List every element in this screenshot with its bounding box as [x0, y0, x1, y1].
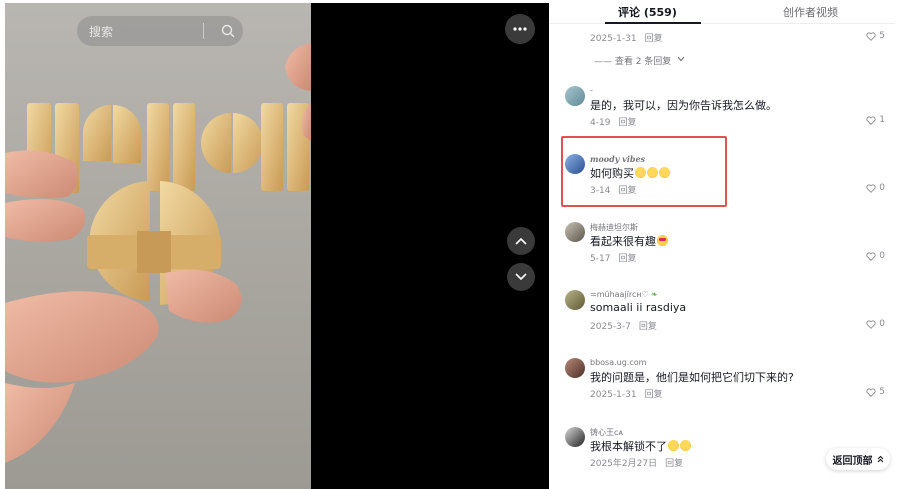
heart-eyes-emoji-icon	[657, 235, 668, 246]
avatar[interactable]	[565, 290, 585, 310]
comment-text: 如何购买	[590, 165, 670, 181]
avatar[interactable]	[565, 427, 585, 447]
comment-meta: 2025年2月27日 回复	[590, 456, 683, 469]
avatar[interactable]	[565, 86, 585, 106]
reply-button[interactable]: 回复	[618, 186, 636, 196]
leaf-icon: ❧	[650, 290, 658, 299]
like-button[interactable]: 0	[866, 183, 885, 193]
comment-meta: 2025-1-31 回复	[590, 387, 663, 400]
video-player[interactable]: 搜索	[5, 3, 549, 489]
like-button[interactable]: 5	[866, 31, 885, 41]
heart-icon	[866, 387, 876, 397]
like-count: 1	[879, 115, 885, 125]
active-tab-indicator	[605, 22, 701, 24]
like-count: 0	[879, 319, 885, 329]
dizzy-emoji-icon	[680, 440, 691, 451]
comment-date: 2025-3-7	[590, 322, 631, 332]
like-button[interactable]: 0	[866, 251, 885, 261]
comment-author-text: ≍mŭhaajĭrcн♡	[590, 290, 649, 299]
avatar[interactable]	[565, 222, 585, 242]
like-count: 5	[879, 387, 885, 397]
next-video-button[interactable]	[507, 263, 535, 291]
comment-meta: 5-17 回复	[590, 251, 636, 264]
comment-meta: 4-19 回复	[590, 115, 636, 128]
like-button[interactable]: 5	[866, 387, 885, 397]
comment-text-content: 看起来很有趣	[590, 235, 656, 248]
like-button[interactable]: 0	[866, 319, 885, 329]
comment-text: 我根本解锁不了	[590, 438, 691, 454]
comments-tab-bar: 评论 (559) 创作者视频	[549, 0, 895, 24]
like-count: 0	[879, 183, 885, 193]
grinning-emoji-icon	[668, 440, 679, 451]
comment-author[interactable]: ≍mŭhaajĭrcн♡ ❧	[590, 290, 658, 299]
comment-meta: 2025-3-7 回复	[590, 319, 657, 332]
search-divider	[203, 23, 204, 39]
comment-text: somaali ii rasdiya	[590, 301, 687, 314]
chevron-up-icon	[515, 237, 527, 245]
back-to-top-label: 返回顶部	[832, 455, 873, 467]
heart-icon	[866, 31, 876, 41]
comment-date: 2025-1-31	[590, 390, 637, 400]
reply-button[interactable]: 回复	[618, 254, 636, 264]
comment-author[interactable]: -	[590, 86, 593, 95]
chevron-down-icon	[677, 56, 685, 62]
comment-meta: 3-14 回复	[590, 183, 636, 196]
back-to-top-button[interactable]: 返回顶部	[826, 448, 890, 470]
reply-button[interactable]: 回复	[639, 322, 657, 332]
like-count: 0	[879, 251, 885, 261]
view-replies-link[interactable]: —— 查看 2 条回复	[594, 54, 671, 67]
comment-date: 3-14	[590, 186, 611, 196]
comment-author[interactable]: bbosa.ug.com	[590, 358, 646, 367]
heart-icon	[866, 115, 876, 125]
tab-comments[interactable]: 评论 (559)	[618, 4, 677, 20]
more-options-button[interactable]	[505, 14, 535, 44]
previous-video-button[interactable]	[507, 227, 535, 255]
heart-icon	[866, 183, 876, 193]
comment-date: 2025-1-31	[590, 34, 637, 44]
comment-date: 4-19	[590, 118, 611, 128]
heart-icon	[866, 251, 876, 261]
reply-button[interactable]: 回复	[665, 459, 683, 469]
comment-text-content: 我根本解锁不了	[590, 440, 667, 453]
comment-date: 2025年2月27日	[590, 459, 658, 469]
comment-text: 是的，我可以，因为你告诉我怎么做。	[590, 99, 777, 112]
heart-icon	[866, 319, 876, 329]
comment-author[interactable]: moody vibes	[590, 154, 645, 164]
comment-meta: 2025-1-31 回复	[590, 31, 663, 44]
comment-text: 看起来很有趣	[590, 233, 668, 249]
video-frame: 搜索	[5, 3, 311, 489]
ellipsis-icon	[513, 27, 527, 31]
avatar[interactable]	[565, 358, 585, 378]
comment-text: 我的问题是，他们是如何把它们切下来的?	[590, 371, 794, 384]
search-icon[interactable]	[213, 16, 243, 46]
comments-panel[interactable]: 评论 (559) 创作者视频 2025-1-31 回复 5 —— 查看 2 条回复…	[549, 0, 895, 489]
comment-author[interactable]: 铸心王ᴄᴀ	[590, 427, 623, 438]
comment-text-content: 如何购买	[590, 167, 634, 180]
search-input[interactable]: 搜索	[89, 23, 203, 40]
reply-button[interactable]: 回复	[645, 390, 663, 400]
flushed-emoji-icon	[659, 167, 670, 178]
app-window: 搜索 评论 (559) 创作者视频 2025-1-31 回复 5 —— 查看 2…	[0, 0, 905, 489]
puzzle-video-image	[5, 43, 311, 463]
search-bar[interactable]: 搜索	[77, 16, 243, 46]
avatar[interactable]	[565, 154, 585, 174]
chevron-down-icon	[515, 273, 527, 281]
like-button[interactable]: 1	[866, 115, 885, 125]
reply-button[interactable]: 回复	[645, 34, 663, 44]
double-chevron-up-icon	[877, 455, 883, 463]
flushed-emoji-icon	[635, 167, 646, 178]
reply-button[interactable]: 回复	[618, 118, 636, 128]
like-count: 5	[879, 31, 885, 41]
comment-date: 5-17	[590, 254, 611, 264]
tab-creator-videos[interactable]: 创作者视频	[783, 4, 838, 20]
comment-author[interactable]: 梅赫迪坦尔斯	[590, 222, 638, 233]
flushed-emoji-icon	[647, 167, 658, 178]
